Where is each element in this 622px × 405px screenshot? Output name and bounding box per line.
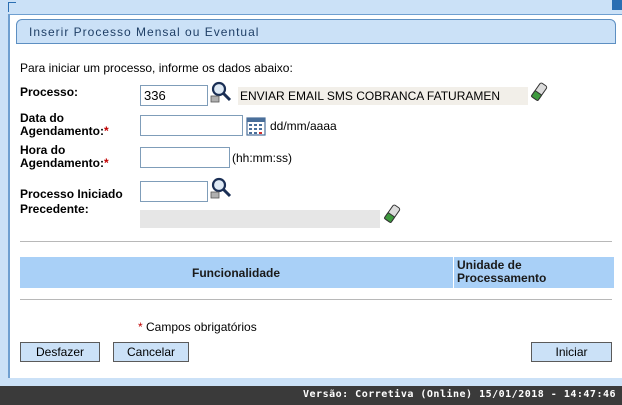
required-mark: * — [104, 124, 109, 138]
footer-bar: Versão: Corretiva (Online) 15/01/2018 - … — [0, 386, 622, 405]
processo-input[interactable] — [140, 85, 208, 106]
precedente-input[interactable] — [140, 181, 208, 202]
table-header: Funcionalidade Unidade de Processamento — [20, 257, 614, 288]
start-button[interactable]: Iniciar — [531, 342, 612, 362]
undo-button[interactable]: Desfazer — [20, 342, 100, 362]
processo-label: Processo: — [20, 85, 79, 99]
bottom-gap — [0, 378, 622, 386]
data-agendamento-input[interactable] — [140, 115, 243, 136]
column-unidade: Unidade de Processamento — [457, 258, 547, 285]
column-funcionalidade: Funcionalidade — [192, 266, 281, 280]
required-note: * Campos obrigatórios — [138, 320, 257, 334]
data-agendamento-label-2: Agendamento:* — [20, 124, 109, 138]
required-mark: * — [104, 156, 109, 170]
main-panel: Inserir Processo Mensal ou Eventual Para… — [8, 14, 622, 378]
cancel-button[interactable]: Cancelar — [113, 342, 189, 362]
search-icon[interactable] — [210, 177, 236, 199]
search-icon[interactable] — [210, 81, 236, 103]
precedente-label-2: Precedente: — [20, 202, 89, 216]
divider — [20, 299, 612, 300]
column-divider — [453, 257, 454, 288]
processo-description: ENVIAR EMAIL SMS COBRANCA FATURAMEN — [238, 87, 528, 105]
eraser-icon[interactable] — [383, 204, 401, 224]
hora-agendamento-label-2: Agendamento:* — [20, 156, 109, 170]
hora-format-hint: (hh:mm:ss) — [232, 151, 292, 165]
version-text: Versão: Corretiva (Online) 15/01/2018 - … — [303, 389, 616, 400]
data-format-hint: dd/mm/aaaa — [270, 119, 337, 133]
hora-agendamento-input[interactable] — [140, 147, 230, 168]
intro-text: Para iniciar um processo, informe os dad… — [20, 61, 293, 75]
precedente-label-1: Processo Iniciado — [20, 187, 123, 201]
divider — [20, 241, 612, 242]
top-corner — [612, 0, 622, 10]
top-strip — [0, 0, 622, 14]
precedente-description — [140, 210, 380, 228]
panel-title: Inserir Processo Mensal ou Eventual — [29, 25, 260, 39]
panel-title-bar: Inserir Processo Mensal ou Eventual — [16, 19, 616, 44]
top-marker — [8, 2, 16, 12]
calendar-icon[interactable] — [246, 116, 266, 136]
eraser-icon[interactable] — [530, 82, 548, 102]
